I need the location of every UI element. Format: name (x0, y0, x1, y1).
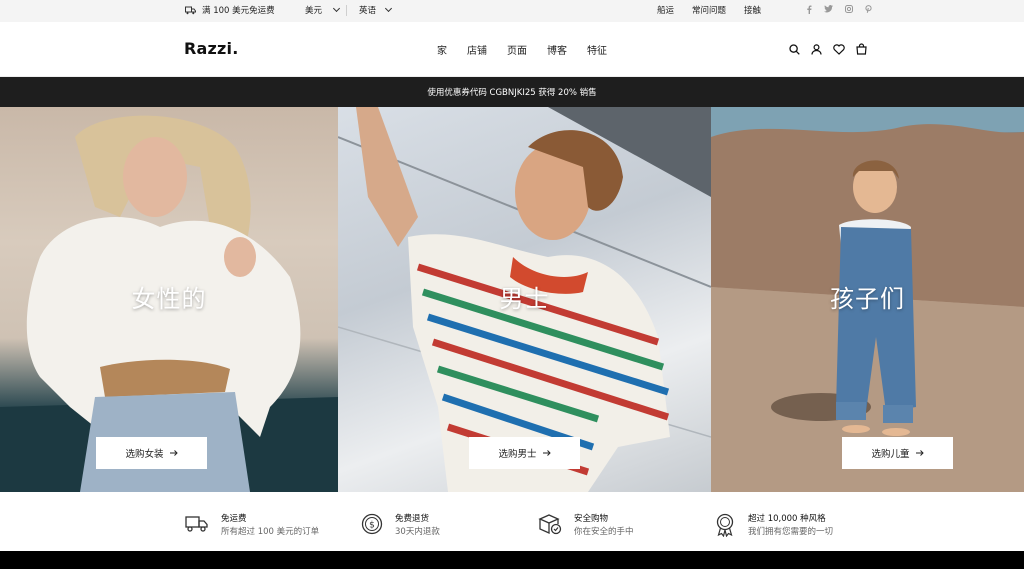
shop-men-button[interactable]: 选购男士 (469, 437, 580, 469)
category-women[interactable]: 女性的 选购女装 (0, 107, 338, 492)
truck-icon (185, 6, 196, 14)
feature-secure-shopping: 安全购物 你在安全的手中 (538, 513, 634, 539)
category-banners: 女性的 选购女装 男士 选购男士 孩子们 选购儿童 (0, 107, 1024, 492)
feature-title: 安全购物 (574, 514, 609, 524)
feature-subtitle: 所有超过 100 美元的订单 (221, 527, 320, 537)
nav-item-shop[interactable]: 店铺 (467, 42, 487, 57)
promo-text: 使用优惠券代码 CGBNJKI25 获得 20% 销售 (427, 88, 597, 98)
feature-subtitle: 你在安全的手中 (574, 527, 634, 537)
nav-item-pages[interactable]: 页面 (507, 42, 527, 57)
button-label: 选购儿童 (871, 449, 910, 460)
twitter-icon[interactable] (824, 5, 833, 13)
currency-value: 美元 (305, 6, 323, 16)
instagram-icon[interactable] (845, 5, 853, 13)
nav-item-features[interactable]: 特征 (587, 42, 607, 57)
arrow-right-icon (542, 450, 551, 456)
promo-bar: 使用优惠券代码 CGBNJKI25 获得 20% 销售 (0, 77, 1024, 107)
category-title: 女性的 (131, 285, 207, 313)
badge-icon (716, 513, 734, 537)
link-contact[interactable]: 接触 (744, 4, 761, 16)
divider (346, 5, 347, 16)
chevron-down-icon (332, 4, 341, 13)
main-nav: 家 店铺 页面 博客 特征 (437, 42, 607, 57)
facebook-icon[interactable] (806, 5, 812, 14)
language-select[interactable]: 英语 (359, 4, 393, 16)
search-icon[interactable] (789, 43, 800, 55)
feature-subtitle: 我们拥有您需要的一切 (748, 527, 834, 537)
top-links: 船运 常问问题 接触 (657, 4, 761, 16)
shop-women-button[interactable]: 选购女装 (96, 437, 207, 469)
truck-icon (185, 516, 208, 532)
cart-icon[interactable] (856, 43, 867, 55)
button-label: 选购女装 (125, 449, 164, 460)
feature-title: 免费退货 (395, 514, 430, 524)
box-icon (538, 514, 562, 535)
button-label: 选购男士 (498, 449, 537, 460)
category-kids[interactable]: 孩子们 选购儿童 (711, 107, 1024, 492)
feature-free-returns: $ 免费退货 30天内退款 (361, 513, 440, 539)
link-faq[interactable]: 常问问题 (692, 4, 726, 16)
arrow-right-icon (915, 450, 924, 456)
svg-text:$: $ (369, 521, 375, 531)
nav-item-home[interactable]: 家 (437, 42, 447, 57)
page: 满 100 美元免运费 美元 英语 船运 常问问题 接触 Razzi. 家 店铺 (0, 0, 1024, 569)
site-logo[interactable]: Razzi. (184, 39, 239, 58)
shipping-text: 满 100 美元免运费 (202, 6, 275, 16)
shop-kids-button[interactable]: 选购儿童 (842, 437, 953, 469)
shipping-notice: 满 100 美元免运费 (185, 4, 275, 16)
currency-select[interactable]: 美元 (305, 4, 341, 16)
wishlist-icon[interactable] (833, 43, 845, 55)
social-links (806, 5, 872, 14)
features-bar: 免运费 所有超过 100 美元的订单 $ 免费退货 30天内退款 安全购物 你在… (0, 492, 1024, 551)
main-header: Razzi. 家 店铺 页面 博客 特征 (0, 22, 1024, 77)
arrow-right-icon (169, 450, 178, 456)
category-title: 男士 (499, 285, 550, 313)
page-bottom-edge (0, 551, 1024, 569)
feature-subtitle: 30天内退款 (395, 527, 440, 537)
pinterest-icon[interactable] (865, 5, 872, 13)
chevron-down-icon (384, 4, 393, 13)
feature-free-shipping: 免运费 所有超过 100 美元的订单 (185, 513, 319, 539)
account-icon[interactable] (811, 43, 822, 55)
feature-title: 超过 10,000 种风格 (748, 514, 826, 524)
link-shipping[interactable]: 船运 (657, 4, 674, 16)
category-men[interactable]: 男士 选购男士 (338, 107, 711, 492)
header-icons (789, 43, 867, 55)
language-value: 英语 (359, 6, 377, 16)
top-bar: 满 100 美元免运费 美元 英语 船运 常问问题 接触 (0, 0, 1024, 22)
dollar-icon: $ (361, 513, 383, 535)
feature-title: 免运费 (221, 514, 247, 524)
category-title: 孩子们 (830, 285, 905, 313)
nav-item-blog[interactable]: 博客 (547, 42, 567, 57)
feature-styles: 超过 10,000 种风格 我们拥有您需要的一切 (714, 513, 833, 539)
